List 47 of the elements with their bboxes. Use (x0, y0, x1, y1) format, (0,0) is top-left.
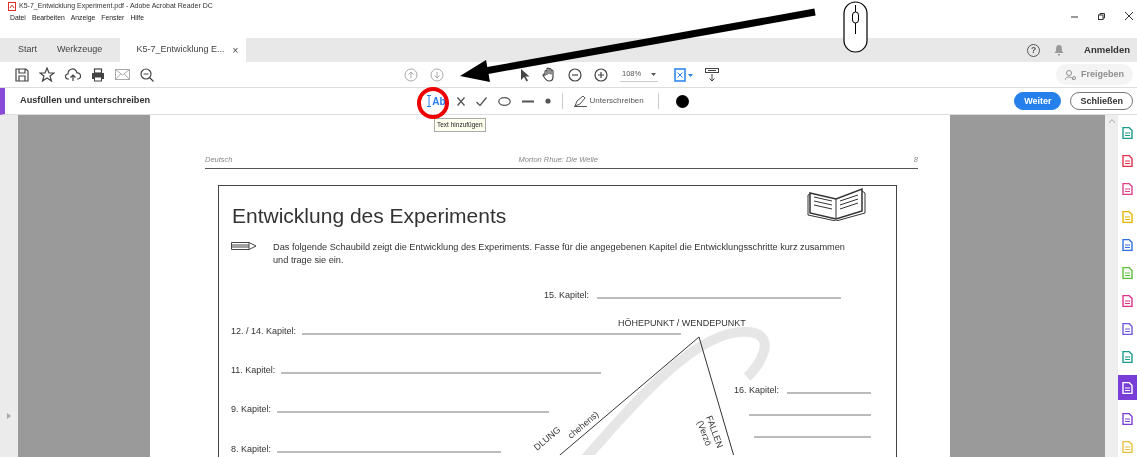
line-icon[interactable] (521, 99, 534, 103)
checkmark-icon[interactable] (475, 96, 487, 106)
ellipse-icon[interactable] (497, 96, 511, 106)
save-icon[interactable] (15, 67, 29, 82)
cursor-icon[interactable] (520, 67, 530, 82)
sign-button[interactable]: Unterschreiben (573, 95, 644, 107)
close-tab-icon[interactable]: × (232, 42, 239, 58)
hand-icon[interactable] (542, 67, 556, 82)
field-label: 9. Kapitel: (231, 404, 272, 415)
mouse-icon (843, 1, 868, 53)
close-button[interactable]: Schließen (1070, 91, 1133, 111)
zoom-out-icon[interactable] (568, 67, 582, 82)
field-label: 12. / 14. Kapitel: (231, 326, 297, 337)
toolbar-title: Ausfüllen und unterschreiben (20, 94, 151, 108)
pen-icon (573, 95, 587, 107)
tab[interactable]: Werkzeuge (47, 38, 113, 62)
cross-icon[interactable] (456, 96, 465, 106)
scroll-mode-icon[interactable] (705, 67, 719, 82)
color-swatch-icon[interactable] (675, 94, 689, 108)
tab[interactable]: K5-7_Entwicklung E... × (120, 38, 247, 62)
worksheet-title: Entwicklung des Experiments (232, 203, 507, 230)
close-icon[interactable] (1125, 12, 1133, 20)
restore-icon[interactable] (1098, 12, 1105, 20)
pencil-icon (231, 240, 257, 251)
add-text-tool[interactable]: Ab (427, 93, 446, 109)
sign-in-link[interactable]: Anmelden (1084, 42, 1130, 58)
highlight-circle (417, 87, 449, 119)
text-cursor-icon (427, 95, 432, 107)
diagram-label: HÖHEPUNKT / WENDEPUNKT (618, 318, 746, 329)
field-label: 8. Kapitel: (231, 444, 272, 455)
dot-icon[interactable] (544, 98, 551, 104)
pdf-file-icon (8, 1, 16, 11)
instruction-text: Das folgende Schaubild zeigt die Entwicklung des Experiments. Fasse für die angegebenen Kapitel die Entwicklungsschritte kurz zusammen und trage sie ein. (273, 240, 845, 268)
cloud-upload-icon[interactable] (65, 67, 81, 82)
user-icon (1065, 69, 1076, 80)
field-label: 11. Kapitel: (231, 365, 276, 376)
tool-panel-item[interactable] (1118, 375, 1137, 400)
star-icon[interactable] (39, 67, 55, 82)
field-label: 16. Kapitel: (734, 385, 780, 396)
caret-icon (651, 72, 656, 76)
zoom-in-icon[interactable] (594, 67, 608, 82)
tab[interactable]: Start (8, 38, 47, 62)
search-icon[interactable] (140, 67, 154, 82)
printer-icon[interactable] (91, 67, 105, 82)
field-label: 15. Kapitel: (544, 290, 590, 301)
fit-page-icon[interactable] (674, 67, 693, 82)
next-button[interactable]: Weiter (1014, 91, 1062, 111)
